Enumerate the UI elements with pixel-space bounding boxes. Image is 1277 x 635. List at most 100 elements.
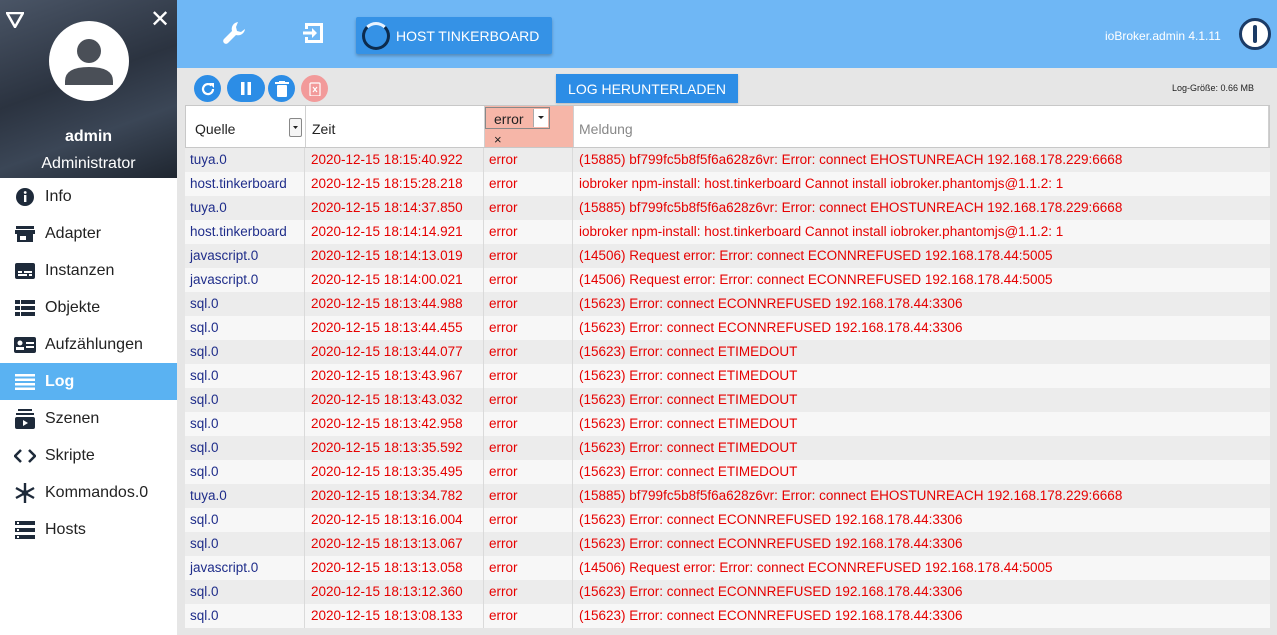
log-message: (15623) Error: connect ETIMEDOUT [579, 440, 798, 455]
subscriptions-icon [14, 408, 36, 430]
log-message: (15623) Error: connect ECONNREFUSED 192.… [579, 536, 963, 551]
refresh-button[interactable] [194, 75, 221, 102]
sidebar-item-label: Info [45, 187, 72, 205]
source-filter[interactable]: Quelle [186, 106, 306, 147]
sidebar-item-objekte[interactable]: Objekte [0, 289, 177, 326]
log-level: error [484, 340, 573, 364]
log-source: tuya.0 [185, 196, 305, 220]
level-select-value: error [494, 111, 524, 127]
log-level: error [484, 220, 573, 244]
log-source: sql.0 [185, 436, 305, 460]
log-level: error [484, 292, 573, 316]
log-level: error [484, 484, 573, 508]
table-row: sql.0 2020-12-15 18:13:42.958 error (15623)… [185, 412, 1270, 436]
sidebar-item-instanzen[interactable]: Instanzen [0, 252, 177, 289]
sidebar-item-kommandos[interactable]: Kommandos.0 [0, 474, 177, 511]
sidebar-item-adapter[interactable]: Adapter [0, 215, 177, 252]
avatar [49, 21, 129, 101]
log-time: 2020-12-15 18:13:42.958 [305, 412, 484, 436]
table-row: sql.0 2020-12-15 18:13:44.988 error (15623)… [185, 292, 1270, 316]
caret-down-icon [538, 116, 544, 119]
log-source: host.tinkerboard [185, 172, 305, 196]
sidebar-item-szenen[interactable]: Szenen [0, 400, 177, 437]
log-time: 2020-12-15 18:15:40.922 [305, 148, 484, 172]
log-time: 2020-12-15 18:13:13.067 [305, 532, 484, 556]
log-message: (14506) Request error: Error: connect EC… [579, 560, 1053, 575]
caret-down-icon [293, 126, 298, 129]
level-select-arrow[interactable] [533, 109, 548, 127]
log-source: sql.0 [185, 604, 305, 628]
log-level: error [484, 196, 573, 220]
sidebar-item-label: Kommandos.0 [45, 483, 149, 501]
log-time: 2020-12-15 18:13:44.455 [305, 316, 484, 340]
log-time: 2020-12-15 18:13:08.133 [305, 604, 484, 628]
log-level: error [484, 604, 573, 628]
log-source: sql.0 [185, 292, 305, 316]
sidebar-header: ✕ admin Administrator [0, 0, 177, 178]
pause-icon [241, 81, 251, 95]
trash-icon [274, 80, 289, 97]
table-row: javascript.0 2020-12-15 18:14:13.019 error… [185, 244, 1270, 268]
log-message: (14506) Request error: Error: connect EC… [579, 248, 1053, 263]
sidebar-item-aufzaehlungen[interactable]: Aufzählungen [0, 326, 177, 363]
wrench-icon[interactable] [222, 20, 248, 46]
source-dropdown[interactable] [289, 118, 302, 137]
log-time: 2020-12-15 18:13:12.360 [305, 580, 484, 604]
clear-log-button[interactable] [301, 75, 328, 102]
host-button[interactable]: HOST TINKERBOARD [356, 17, 552, 54]
code-icon [14, 445, 36, 467]
table-row: tuya.0 2020-12-15 18:15:40.922 error (15885… [185, 148, 1270, 172]
contact-card-icon [14, 334, 36, 356]
log-source: sql.0 [185, 460, 305, 484]
table-row: sql.0 2020-12-15 18:13:44.077 error (15623)… [185, 340, 1270, 364]
log-message: (15885) bf799fc5b8f5f6a628z6vr: Error: c… [579, 200, 1123, 215]
log-rows: tuya.0 2020-12-15 18:15:40.922 error (15885… [185, 148, 1270, 635]
table-row: sql.0 2020-12-15 18:13:13.067 error (15623)… [185, 532, 1270, 556]
table-row: sql.0 2020-12-15 18:13:43.032 error (15623)… [185, 388, 1270, 412]
log-message: (15623) Error: connect ECONNREFUSED 192.… [579, 512, 963, 527]
log-message: iobroker npm-install: host.tinkerboard C… [579, 224, 1064, 239]
log-message: (15623) Error: connect ETIMEDOUT [579, 368, 798, 383]
log-source: sql.0 [185, 316, 305, 340]
refresh-icon [201, 82, 214, 95]
sidebar-item-label: Log [45, 372, 75, 390]
top-bar: HOST TINKERBOARD ioBroker.admin 4.1.11 [177, 0, 1277, 68]
sidebar-item-log[interactable]: Log [0, 363, 177, 400]
user-role: Administrator [41, 155, 136, 172]
log-level: error [484, 436, 573, 460]
log-time: 2020-12-15 18:15:28.218 [305, 172, 484, 196]
close-icon[interactable]: ✕ [150, 8, 170, 32]
scrollbar[interactable] [1271, 148, 1277, 635]
table-row: sql.0 2020-12-15 18:13:12.360 error (15623)… [185, 580, 1270, 604]
log-time: 2020-12-15 18:13:35.592 [305, 436, 484, 460]
log-source: sql.0 [185, 508, 305, 532]
pause-button[interactable] [227, 74, 265, 102]
delete-button[interactable] [268, 75, 295, 102]
iobroker-logo-icon[interactable] [1239, 18, 1271, 50]
log-source: sql.0 [185, 364, 305, 388]
exit-to-app-icon[interactable] [301, 20, 327, 46]
storage-icon [14, 519, 36, 541]
table-row: sql.0 2020-12-15 18:13:44.455 error (15623)… [185, 316, 1270, 340]
log-time: 2020-12-15 18:14:14.921 [305, 220, 484, 244]
user-icon [65, 39, 113, 85]
log-lines-icon [14, 371, 36, 393]
log-level: error [484, 556, 573, 580]
message-filter[interactable]: Meldung [574, 106, 1269, 147]
time-header-label: Zeit [312, 121, 336, 137]
download-log-button[interactable]: LOG HERUNTERLADEN [556, 74, 738, 103]
sidebar-item-skripte[interactable]: Skripte [0, 437, 177, 474]
log-source: tuya.0 [185, 484, 305, 508]
sidebar-item-label: Adapter [45, 224, 102, 242]
sidebar-item-hosts[interactable]: Hosts [0, 511, 177, 548]
level-filter: error × [485, 106, 574, 147]
sidebar-item-info[interactable]: Info [0, 178, 177, 215]
snowflake-icon [14, 482, 36, 504]
store-icon [14, 223, 36, 245]
log-level: error [484, 580, 573, 604]
log-time: 2020-12-15 18:13:35.495 [305, 460, 484, 484]
table-row: javascript.0 2020-12-15 18:14:00.021 error… [185, 268, 1270, 292]
log-time: 2020-12-15 18:13:34.782 [305, 484, 484, 508]
triangle-logo-icon[interactable] [6, 12, 24, 28]
clear-level-filter[interactable]: × [494, 132, 502, 147]
